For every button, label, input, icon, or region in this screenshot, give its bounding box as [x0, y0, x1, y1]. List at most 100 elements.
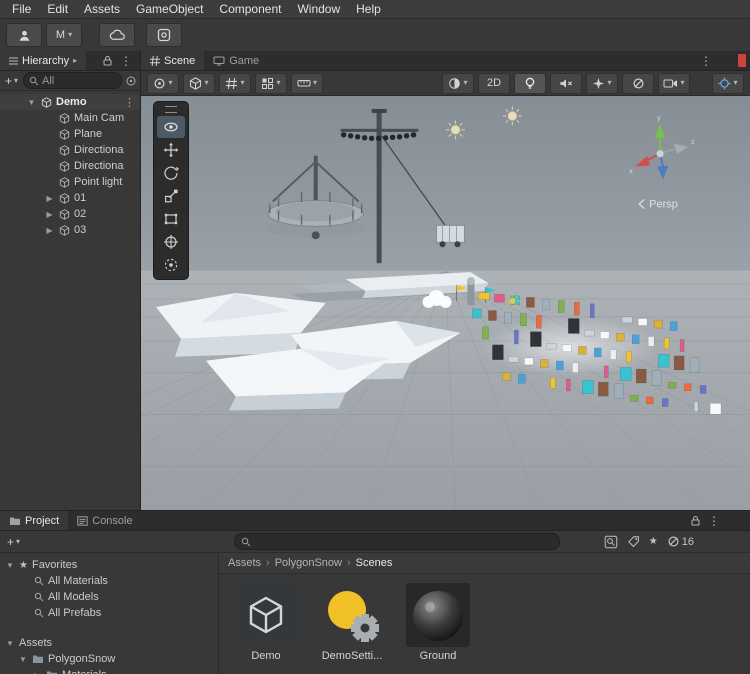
view-tool-button[interactable]: [157, 116, 185, 138]
lighting-toggle-button[interactable]: [514, 72, 546, 94]
pane-kebab-icon[interactable]: ⋮: [696, 54, 716, 68]
transform-tool-button[interactable]: [157, 231, 185, 253]
hidden-count-toggle[interactable]: 16: [667, 535, 694, 548]
lock-icon[interactable]: [103, 55, 112, 67]
gizmos-button[interactable]: ▾: [712, 72, 744, 94]
folder-polygonsnow[interactable]: ▼ PolygonSnow: [0, 651, 218, 667]
asset-item-demosettings[interactable]: DemoSetti...: [317, 583, 387, 662]
tab-game[interactable]: Game: [204, 51, 268, 70]
chevron-down-icon: ▾: [312, 78, 317, 87]
pane-kebab-icon[interactable]: ⋮: [704, 514, 724, 528]
menu-file[interactable]: File: [4, 1, 39, 17]
menu-help[interactable]: Help: [348, 1, 389, 17]
handle-orientation-button[interactable]: ▾: [183, 72, 215, 94]
2d-toggle-button[interactable]: 2D: [478, 72, 510, 94]
snap-grid-icon: [261, 77, 274, 90]
search-options-icon[interactable]: [125, 74, 137, 86]
expand-arrow-icon[interactable]: ▼: [5, 561, 15, 570]
favorite-all-prefabs[interactable]: All Prefabs: [0, 605, 218, 621]
scene-3d-viewport[interactable]: x y z Persp: [141, 96, 750, 510]
scene-visibility-button[interactable]: [622, 72, 654, 94]
services-button[interactable]: [146, 23, 182, 47]
camera-icon: [663, 77, 678, 89]
snap-increment-button[interactable]: ▾: [291, 72, 323, 94]
collapsed-arrow-icon[interactable]: ▶: [32, 671, 42, 674]
grid-icon: [225, 77, 238, 90]
folder-materials[interactable]: ▶ Materials: [0, 667, 218, 674]
tab-scene[interactable]: Scene: [141, 51, 205, 70]
breadcrumb-assets[interactable]: Assets: [228, 557, 261, 569]
overlay-drag-handle[interactable]: [165, 106, 177, 113]
project-search-input[interactable]: [234, 533, 561, 550]
item-label: Plane: [74, 128, 103, 140]
unity-editor-window: File Edit Assets GameObject Component Wi…: [0, 0, 750, 674]
hierarchy-item[interactable]: Point light: [0, 174, 140, 190]
draw-mode-button[interactable]: ▾: [442, 72, 474, 94]
snap-toggle-button[interactable]: ▾: [255, 72, 287, 94]
hierarchy-search-input[interactable]: All: [23, 72, 122, 89]
expand-arrow-icon[interactable]: ▼: [5, 639, 15, 648]
asset-item-ground[interactable]: Ground: [403, 583, 473, 662]
scale-tool-button[interactable]: [157, 185, 185, 207]
menu-assets[interactable]: Assets: [76, 1, 128, 17]
alert-indicator[interactable]: [738, 54, 746, 67]
tab-hierarchy[interactable]: Hierarchy ▸: [0, 51, 87, 70]
tab-console[interactable]: Console: [68, 511, 141, 530]
hierarchy-item[interactable]: Main Cam: [0, 110, 140, 126]
custom-tool-icon: [163, 257, 179, 273]
move-icon: [163, 142, 179, 158]
tab-project[interactable]: Project: [0, 511, 69, 530]
account-button[interactable]: [6, 23, 42, 47]
favorites-root[interactable]: ▼ ★ Favorites: [0, 557, 218, 573]
assets-root[interactable]: ▼ Assets: [0, 635, 218, 651]
grid-visibility-button[interactable]: ▾: [219, 72, 251, 94]
lock-icon[interactable]: [691, 515, 700, 527]
hierarchy-item[interactable]: Directiona: [0, 142, 140, 158]
tab-game-label: Game: [229, 54, 260, 67]
breadcrumb-polygonsnow[interactable]: PolygonSnow: [275, 557, 342, 569]
custom-tool-button[interactable]: [157, 254, 185, 276]
menu-edit[interactable]: Edit: [39, 1, 76, 17]
create-asset-button[interactable]: + ▾: [5, 535, 22, 549]
hierarchy-item[interactable]: ▶ 01: [0, 190, 140, 206]
sun-prop[interactable]: [505, 294, 520, 308]
camera-settings-button[interactable]: ▾: [658, 72, 690, 94]
project-panel: Project Console ⋮ + ▾ ★ 16 ▼ ★ Favorites…: [0, 510, 750, 674]
hierarchy-item[interactable]: Directiona: [0, 158, 140, 174]
scene-render: x y z Persp: [141, 96, 750, 510]
effects-toggle-button[interactable]: ▾: [586, 72, 618, 94]
move-tool-button[interactable]: [157, 139, 185, 161]
hierarchy-scene-row[interactable]: ▼ Demo ⋮: [0, 94, 140, 110]
hierarchy-item[interactable]: ▶ 02: [0, 206, 140, 222]
menu-component[interactable]: Component: [211, 1, 289, 17]
rotate-tool-button[interactable]: [157, 162, 185, 184]
menu-window[interactable]: Window: [289, 1, 348, 17]
collapsed-arrow-icon[interactable]: ▶: [44, 194, 55, 203]
expand-arrow-icon[interactable]: ▼: [26, 98, 37, 107]
axis-z-label: z: [691, 139, 695, 146]
search-by-type-icon[interactable]: [604, 535, 618, 549]
chevron-down-icon: ▾: [276, 78, 281, 87]
asset-item-demo[interactable]: Demo: [231, 583, 301, 662]
tool-settings-button[interactable]: ▾: [147, 72, 179, 94]
collapsed-arrow-icon[interactable]: ▶: [44, 226, 55, 235]
collapsed-arrow-icon[interactable]: ▶: [44, 210, 55, 219]
cloud-button[interactable]: [99, 23, 135, 47]
search-by-label-icon[interactable]: [627, 535, 640, 548]
scene-kebab-icon[interactable]: ⋮: [124, 96, 140, 109]
create-object-button[interactable]: + ▾: [3, 74, 20, 88]
breadcrumb-scenes[interactable]: Scenes: [356, 557, 393, 569]
workspace-label: M: [55, 29, 66, 41]
favorite-all-models[interactable]: All Models: [0, 589, 218, 605]
hierarchy-item[interactable]: ▶ 03: [0, 222, 140, 238]
audio-toggle-button[interactable]: [550, 72, 582, 94]
hierarchy-item[interactable]: Plane: [0, 126, 140, 142]
menu-gameobject[interactable]: GameObject: [128, 1, 211, 17]
pane-kebab-icon[interactable]: ⋮: [116, 54, 136, 68]
save-search-star-icon[interactable]: ★: [649, 536, 658, 547]
rect-tool-button[interactable]: [157, 208, 185, 230]
favorite-all-materials[interactable]: All Materials: [0, 573, 218, 589]
expand-arrow-icon[interactable]: ▼: [18, 655, 28, 664]
workspace-dropdown[interactable]: M ▾: [46, 23, 82, 47]
chevron-down-icon: ▾: [240, 78, 245, 87]
